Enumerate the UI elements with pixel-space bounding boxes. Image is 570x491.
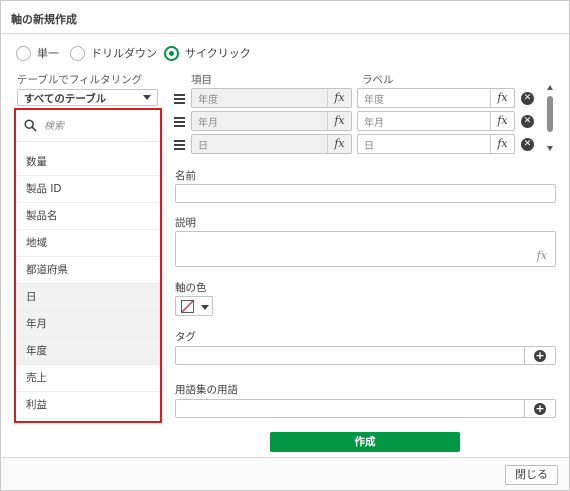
- close-button[interactable]: 閉じる: [505, 465, 558, 485]
- field-list-panel: 数量製品 ID製品名地域都道府県日年月年度売上利益: [14, 108, 162, 423]
- remove-row-icon[interactable]: ✕: [521, 138, 534, 151]
- fx-icon[interactable]: fx: [537, 249, 547, 262]
- fx-icon[interactable]: fx: [490, 89, 514, 107]
- create-dimension-dialog: 軸の新規作成 単一 ドリルダウン サイクリック テーブルでフィルタリング すべて…: [0, 0, 570, 491]
- field-list-item[interactable]: 数量: [16, 149, 160, 176]
- row-item-value: 日: [198, 140, 208, 152]
- scroll-down-icon[interactable]: [547, 146, 553, 151]
- fx-icon[interactable]: fx: [327, 135, 351, 153]
- field-list-item[interactable]: 年月: [16, 311, 160, 338]
- row-item-field[interactable]: 年度 fx: [191, 88, 352, 108]
- radio-circle-selected: [164, 45, 179, 61]
- field-list-item[interactable]: 日: [16, 284, 160, 311]
- row-label-field[interactable]: 日 fx: [357, 134, 515, 154]
- field-search-input[interactable]: [42, 117, 152, 135]
- fx-icon[interactable]: fx: [490, 112, 514, 130]
- item-column-header: 項目: [191, 74, 212, 86]
- remove-row-icon[interactable]: ✕: [521, 92, 534, 105]
- field-list-item[interactable]: 利益: [16, 392, 160, 419]
- filter-label: テーブルでフィルタリング: [17, 74, 143, 86]
- plus-icon: +: [534, 402, 546, 415]
- table-filter-dropdown[interactable]: すべてのテーブル: [17, 89, 158, 106]
- radio-drilldown-label: ドリルダウン: [91, 47, 157, 60]
- fx-icon[interactable]: fx: [327, 112, 351, 130]
- row-label-field[interactable]: 年月 fx: [357, 111, 515, 131]
- description-input[interactable]: fx: [175, 231, 556, 267]
- tags-label: タグ: [175, 331, 196, 343]
- description-label: 説明: [175, 217, 196, 229]
- radio-single-label: 単一: [37, 47, 59, 60]
- field-list: 数量 製品 ID 製品名 地域 都道府県日年月 年度 売上 利益: [16, 149, 160, 419]
- drag-handle-icon[interactable]: [174, 94, 185, 106]
- scroll-up-icon[interactable]: [547, 85, 553, 90]
- field-list-item[interactable]: 製品名: [16, 203, 160, 230]
- add-glossary-term-button[interactable]: +: [524, 399, 556, 418]
- remove-row-icon[interactable]: ✕: [521, 115, 534, 128]
- dialog-footer: 閉じる: [1, 457, 569, 490]
- radio-cyclic-label: サイクリック: [185, 47, 251, 60]
- add-tag-button[interactable]: +: [524, 346, 556, 365]
- name-label: 名前: [175, 170, 196, 182]
- row-label-placeholder: 年月: [364, 117, 384, 129]
- row-item-field[interactable]: 日 fx: [191, 134, 352, 154]
- field-list-item[interactable]: 地域: [16, 230, 160, 257]
- field-list-item[interactable]: 都道府県: [16, 257, 160, 284]
- chevron-down-icon: [143, 95, 151, 100]
- fx-icon[interactable]: fx: [327, 89, 351, 107]
- row-item-field[interactable]: 年月 fx: [191, 111, 352, 131]
- color-picker[interactable]: [175, 296, 213, 316]
- glossary-label: 用語集の用語: [175, 384, 238, 396]
- color-label: 軸の色: [175, 282, 207, 294]
- field-list-item[interactable]: 年度: [16, 338, 160, 365]
- create-button[interactable]: 作成: [270, 432, 460, 452]
- drag-handle-icon[interactable]: [174, 117, 185, 129]
- radio-single[interactable]: 単一: [16, 45, 59, 61]
- glossary-input[interactable]: [175, 399, 525, 418]
- table-filter-value: すべてのテーブル: [24, 93, 107, 105]
- label-column-header: ラベル: [362, 74, 394, 86]
- fx-icon[interactable]: fx: [490, 135, 514, 153]
- radio-cyclic[interactable]: サイクリック: [164, 45, 251, 61]
- row-label-field[interactable]: 年度 fx: [357, 88, 515, 108]
- field-list-item[interactable]: 製品 ID: [16, 176, 160, 203]
- field-list-item[interactable]: 売上: [16, 365, 160, 392]
- radio-circle: [16, 45, 31, 61]
- radio-drilldown[interactable]: ドリルダウン: [70, 45, 157, 61]
- row-label-placeholder: 年度: [364, 94, 384, 106]
- radio-circle: [70, 45, 85, 61]
- no-color-swatch-icon: [181, 300, 194, 313]
- row-item-value: 年度: [198, 94, 218, 106]
- drag-handle-icon[interactable]: [174, 140, 185, 152]
- search-icon: [24, 119, 37, 132]
- field-search: [16, 110, 160, 142]
- chevron-down-icon: [201, 305, 209, 310]
- tags-input[interactable]: [175, 346, 525, 365]
- plus-icon: +: [534, 349, 546, 362]
- row-label-placeholder: 日: [364, 140, 374, 152]
- name-input[interactable]: [175, 184, 556, 203]
- row-item-value: 年月: [198, 117, 218, 129]
- scrollbar-thumb[interactable]: [547, 96, 553, 132]
- dialog-title: 軸の新規作成: [1, 1, 569, 34]
